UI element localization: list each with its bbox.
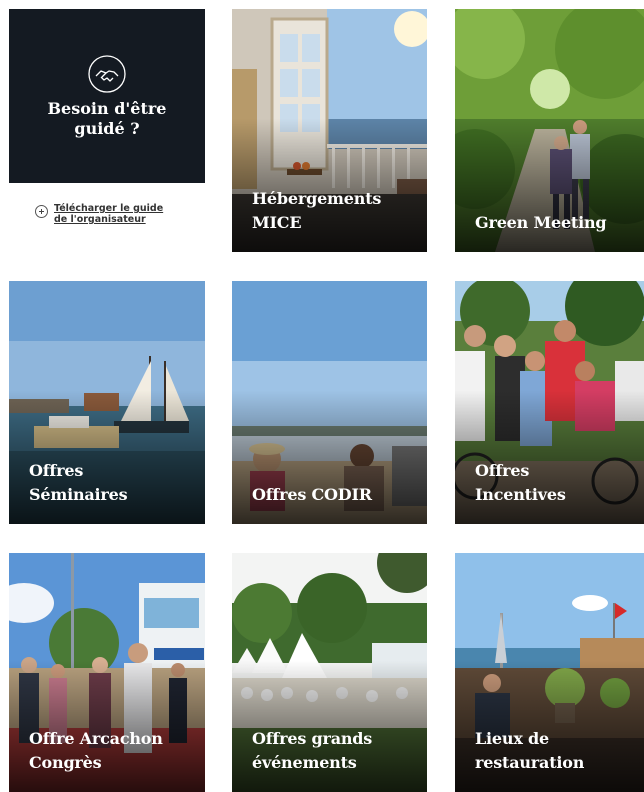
tile-label: Offre Arcachon Congrès	[29, 729, 163, 772]
guide-card: Besoin d'être guidé ?	[9, 9, 205, 183]
tile-lieux-de-restauration[interactable]: Lieux de restauration	[455, 553, 644, 792]
tile-green-meeting[interactable]: Green Meeting	[455, 9, 644, 252]
download-guide-link[interactable]: Télécharger le guide de l'organisateur	[35, 203, 163, 225]
download-guide-label: Télécharger le guide de l'organisateur	[54, 203, 164, 225]
tile-label: Offres CODIR	[252, 485, 372, 504]
tile-offre-arcachon-congres[interactable]: Offre Arcachon Congrès	[9, 553, 205, 792]
tile-label: Offres Séminaires	[29, 461, 128, 504]
tile-offres-codir[interactable]: Offres CODIR	[232, 281, 427, 524]
tile-hebergements-mice[interactable]: Hébergements MICE	[232, 9, 427, 252]
tile-offres-grands-evenements[interactable]: Offres grands événements	[232, 553, 427, 792]
tile-label: Lieux de restauration	[475, 729, 585, 772]
guide-title: Besoin d'être guidé ?	[47, 99, 167, 138]
handshake-icon	[88, 55, 126, 93]
tile-label: Hébergements MICE	[252, 189, 382, 232]
tile-offres-seminaires[interactable]: Offres Séminaires	[9, 281, 205, 524]
tile-label: Offres Incentives	[475, 461, 566, 504]
tile-label: Offres grands événements	[252, 729, 373, 772]
tile-offres-incentives[interactable]: Offres Incentives	[455, 281, 644, 524]
tile-label: Green Meeting	[475, 213, 607, 232]
plus-circle-icon	[35, 205, 48, 218]
